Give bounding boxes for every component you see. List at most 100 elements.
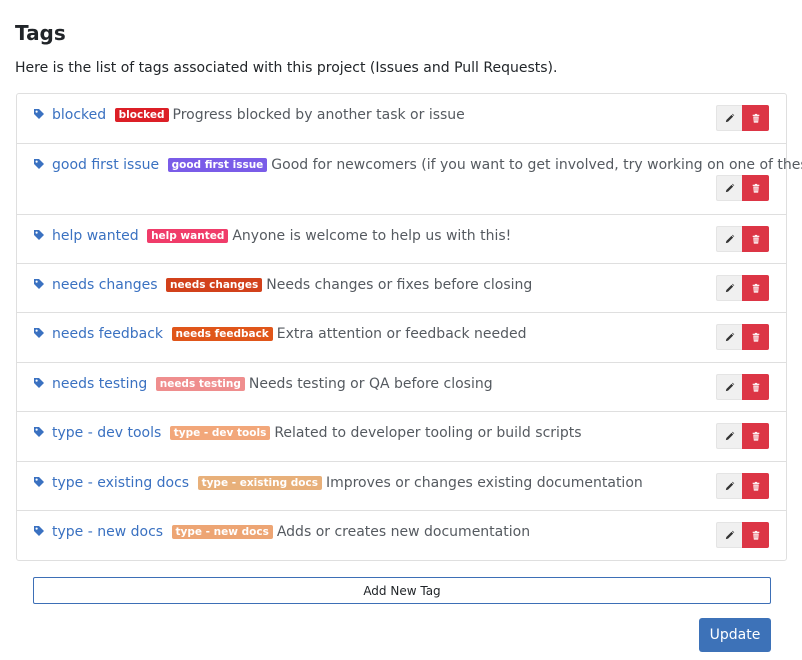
edit-tag-button[interactable]	[716, 423, 742, 449]
tag-badge: blocked	[114, 108, 169, 122]
delete-tag-button[interactable]	[742, 522, 769, 548]
tag-actions	[716, 105, 769, 131]
tag-badge: type - new docs	[171, 525, 273, 539]
tag-actions	[716, 275, 769, 301]
tag-badge: good first issue	[167, 158, 268, 172]
tag-row-content: type - dev tools type - dev tools Related…	[33, 423, 770, 443]
tag-description: Improves or changes existing documentati…	[325, 475, 643, 491]
tag-description: Good for newcomers (if you want to get i…	[271, 157, 802, 173]
tag-description: Needs testing or QA before closing	[248, 376, 493, 392]
tag-description: Adds or creates new documentation	[276, 524, 531, 540]
tag-name-link[interactable]: needs changes	[52, 277, 158, 293]
edit-tag-button[interactable]	[716, 374, 742, 400]
tag-badge: needs feedback	[171, 327, 273, 341]
tag-row: help wanted help wanted Anyone is welcome…	[17, 214, 786, 263]
tag-row: needs testing needs testing Needs testing…	[17, 362, 786, 411]
tag-name-link[interactable]: type - existing docs	[52, 475, 189, 491]
tag-name-link[interactable]: good first issue	[52, 157, 159, 173]
edit-tag-button[interactable]	[716, 275, 742, 301]
tag-actions	[716, 423, 769, 449]
trash-icon	[751, 179, 761, 198]
pencil-icon	[724, 179, 735, 198]
pencil-icon	[724, 328, 735, 347]
page-intro: Here is the list of tags associated with…	[15, 60, 558, 76]
tag-icon	[33, 325, 45, 338]
tag-name-link[interactable]: blocked	[52, 107, 106, 123]
tag-icon	[33, 156, 45, 169]
edit-tag-button[interactable]	[716, 324, 742, 350]
tag-icon	[33, 424, 45, 437]
pencil-icon	[724, 279, 735, 298]
pencil-icon	[724, 378, 735, 397]
delete-tag-button[interactable]	[742, 374, 769, 400]
tag-badge: needs testing	[155, 377, 245, 391]
trash-icon	[751, 109, 761, 128]
tag-row: type - new docs type - new docs Adds or c…	[17, 510, 786, 560]
tag-actions	[716, 175, 769, 201]
tag-row-content: needs changes needs changes Needs changes…	[33, 275, 770, 295]
page-title: Tags	[15, 21, 66, 45]
tag-row: needs feedback needs feedback Extra atten…	[17, 312, 786, 362]
trash-icon	[751, 427, 761, 446]
pencil-icon	[724, 109, 735, 128]
tag-row-content: type - new docs type - new docs Adds or c…	[33, 522, 770, 542]
tag-icon	[33, 106, 45, 119]
tag-actions	[716, 374, 769, 400]
delete-tag-button[interactable]	[742, 275, 769, 301]
delete-tag-button[interactable]	[742, 105, 769, 131]
add-new-tag-button[interactable]: Add New Tag	[33, 577, 771, 604]
delete-tag-button[interactable]	[742, 473, 769, 499]
tag-badge: help wanted	[147, 229, 229, 243]
tag-description: Related to developer tooling or build sc…	[274, 425, 582, 441]
trash-icon	[751, 328, 761, 347]
tag-row: blocked blocked Progress blocked by anoth…	[17, 94, 786, 143]
pencil-icon	[724, 477, 735, 496]
tag-row: good first issue good first issue Good fo…	[17, 143, 802, 214]
tag-icon	[33, 375, 45, 388]
tag-name-link[interactable]: type - dev tools	[52, 425, 161, 441]
tag-row-content: type - existing docs type - existing doc…	[33, 473, 770, 493]
tag-row: type - existing docs type - existing doc…	[17, 461, 786, 510]
tag-list: blocked blocked Progress blocked by anoth…	[16, 93, 802, 561]
pencil-icon	[724, 230, 735, 249]
tag-row: needs changes needs changes Needs changes…	[17, 263, 786, 312]
tag-name-link[interactable]: needs testing	[52, 376, 147, 392]
tag-description: Needs changes or fixes before closing	[266, 277, 533, 293]
edit-tag-button[interactable]	[716, 522, 742, 548]
tag-badge: type - existing docs	[197, 476, 322, 490]
tag-name-link[interactable]: type - new docs	[52, 524, 163, 540]
tag-name-link[interactable]: help wanted	[52, 228, 139, 244]
tag-row-content: needs testing needs testing Needs testing…	[33, 374, 770, 394]
tag-description: Extra attention or feedback needed	[276, 326, 527, 342]
delete-tag-button[interactable]	[742, 226, 769, 252]
tag-actions	[716, 324, 769, 350]
tag-row-content: needs feedback needs feedback Extra atten…	[33, 324, 770, 344]
tag-name-link[interactable]: needs feedback	[52, 326, 163, 342]
tag-actions	[716, 226, 769, 252]
trash-icon	[751, 279, 761, 298]
edit-tag-button[interactable]	[716, 105, 742, 131]
tag-row-content: blocked blocked Progress blocked by anoth…	[33, 105, 770, 125]
delete-tag-button[interactable]	[742, 175, 769, 201]
tag-row: type - dev tools type - dev tools Related…	[17, 411, 786, 461]
tag-actions	[716, 522, 769, 548]
tag-description: Progress blocked by another task or issu…	[172, 107, 465, 123]
trash-icon	[751, 477, 761, 496]
tag-icon	[33, 276, 45, 289]
tag-actions	[716, 473, 769, 499]
edit-tag-button[interactable]	[716, 226, 742, 252]
trash-icon	[751, 230, 761, 249]
tag-badge: type - dev tools	[169, 426, 271, 440]
tag-icon	[33, 474, 45, 487]
tag-description: Anyone is welcome to help us with this!	[232, 228, 512, 244]
tag-row-content: good first issue good first issue Good fo…	[33, 155, 802, 175]
delete-tag-button[interactable]	[742, 324, 769, 350]
trash-icon	[751, 526, 761, 545]
edit-tag-button[interactable]	[716, 175, 742, 201]
edit-tag-button[interactable]	[716, 473, 742, 499]
tag-badge: needs changes	[166, 278, 263, 292]
delete-tag-button[interactable]	[742, 423, 769, 449]
tag-icon	[33, 227, 45, 240]
tags-page: Tags Here is the list of tags associated…	[15, 18, 802, 561]
update-button[interactable]: Update	[699, 618, 771, 652]
